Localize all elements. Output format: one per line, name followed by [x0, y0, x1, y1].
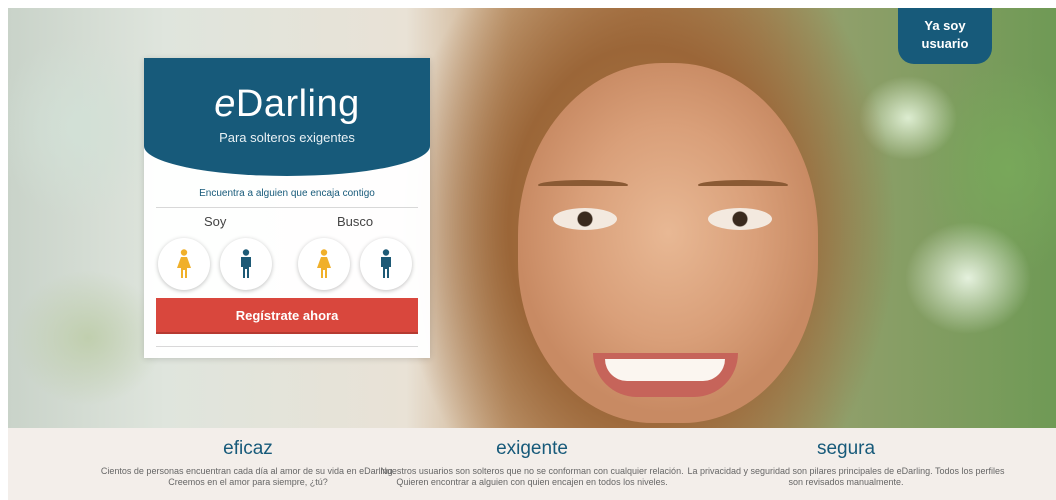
- card-header: eDarling Para solteros exigentes: [144, 58, 430, 176]
- male-figure-icon: [381, 249, 391, 278]
- feature-text: La privacidad y seguridad son pilares pr…: [687, 466, 1005, 487]
- female-figure-icon: [177, 249, 191, 278]
- portrait-teeth: [605, 359, 725, 381]
- portrait-eye-left: [553, 208, 617, 230]
- tagline: Para solteros exigentes: [219, 130, 355, 145]
- feature-segura: segura La privacidad y seguridad son pil…: [686, 438, 1006, 488]
- portrait-eye-right: [708, 208, 772, 230]
- busco-label: Busco: [337, 214, 374, 229]
- login-label-line1: Ya soy: [924, 18, 966, 33]
- card-footer-divider: [156, 346, 418, 347]
- feature-exigente: exigente Nuestros usuarios son solteros …: [372, 438, 692, 488]
- busco-female-button[interactable]: [298, 238, 350, 290]
- edarling-logo: eDarling: [144, 84, 430, 124]
- register-card: eDarling Para solteros exigentes Encuent…: [144, 58, 430, 358]
- page: Ya soy usuario eDarling Para solteros ex…: [8, 8, 1056, 500]
- logo-e: e: [214, 83, 236, 125]
- soy-label: Soy: [204, 214, 227, 229]
- divider: [156, 207, 418, 208]
- gender-selectors: [144, 238, 430, 294]
- gender-labels: Soy Busco: [144, 212, 430, 234]
- portrait-brow-left: [538, 180, 628, 190]
- match-prompt: Encuentra a alguien que encaja contigo: [199, 188, 375, 199]
- male-figure-icon: [241, 249, 251, 278]
- login-tab-button[interactable]: Ya soy usuario: [898, 8, 992, 64]
- feature-text: Nuestros usuarios son solteros que no se…: [380, 466, 684, 487]
- portrait-smile: [593, 353, 738, 397]
- logo-text: Darling: [235, 83, 360, 125]
- feature-eficaz: eficaz Cientos de personas encuentran ca…: [88, 438, 408, 488]
- busco-male-button[interactable]: [360, 238, 412, 290]
- feature-title: segura: [816, 438, 876, 459]
- portrait-brow-right: [698, 180, 788, 190]
- soy-male-button[interactable]: [220, 238, 272, 290]
- feature-title: exigente: [496, 438, 568, 459]
- features-strip: eficaz Cientos de personas encuentran ca…: [8, 428, 1056, 500]
- female-figure-icon: [317, 249, 331, 278]
- login-label-line2: usuario: [921, 36, 969, 51]
- soy-female-button[interactable]: [158, 238, 210, 290]
- feature-title: eficaz: [223, 438, 273, 459]
- feature-text: Cientos de personas encuentran cada día …: [100, 466, 396, 487]
- register-button[interactable]: Regístrate ahora: [156, 298, 418, 334]
